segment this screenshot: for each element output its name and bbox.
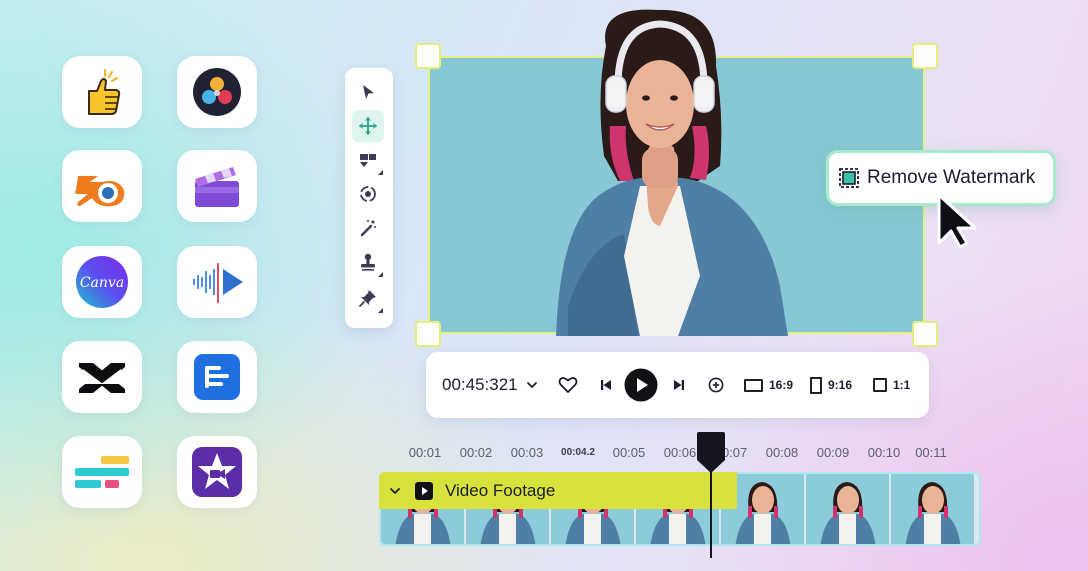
clip-thumbnail <box>891 474 974 544</box>
skip-forward-button[interactable] <box>672 352 686 418</box>
crop-shapes-tool[interactable] <box>352 144 384 176</box>
magic-wand-tool[interactable] <box>352 212 384 244</box>
resize-handle-bottom-right[interactable] <box>912 321 938 347</box>
chevron-down-icon <box>390 487 400 494</box>
ruler-tick: 00:10 <box>867 445 901 460</box>
clapperboard-icon <box>195 167 239 207</box>
thumbs-up-app[interactable] <box>62 56 142 128</box>
ruler-tick: 00:08 <box>765 445 799 460</box>
skip-back-icon <box>601 380 611 390</box>
ratio-16-9-label: 16:9 <box>769 378 794 392</box>
resize-handle-top-right[interactable] <box>912 43 938 69</box>
playhead-line[interactable] <box>710 460 712 558</box>
canva-wordmark: Canva <box>80 275 124 291</box>
timecode-dropdown[interactable]: 00:45:321 <box>442 352 538 418</box>
heart-icon <box>558 377 578 393</box>
thumbs-up-icon <box>88 69 121 115</box>
ruler-tick: 00:03 <box>510 445 544 460</box>
clip-thumbnail <box>806 474 889 544</box>
playhead-handle-icon[interactable] <box>695 432 727 474</box>
document-lines-icon <box>194 354 240 400</box>
imovie-star-icon <box>192 447 242 497</box>
pin-icon <box>359 290 376 307</box>
select-arrow-icon <box>363 85 374 99</box>
color-bars-icon <box>75 456 129 488</box>
timecode-display: 00:45:321 <box>442 375 518 394</box>
ratio-1-1-option[interactable]: 1:1 <box>873 352 910 418</box>
resize-handle-top-left[interactable] <box>415 43 441 69</box>
stamp-icon <box>361 253 375 271</box>
ratio-9-16-label: 9:16 <box>828 378 853 392</box>
ruler-tick: 00:09 <box>816 445 850 460</box>
landscape-ratio-icon <box>744 378 763 392</box>
edit-tools-toolbar <box>345 68 393 328</box>
play-button[interactable] <box>624 352 658 418</box>
ratio-1-1-label: 1:1 <box>893 378 911 392</box>
ratio-9-16-option[interactable]: 9:16 <box>810 352 852 418</box>
ruler-tick: 00:02 <box>459 445 493 460</box>
mouse-cursor-icon <box>937 193 977 249</box>
imovie-app[interactable] <box>177 436 257 508</box>
video-clip-header[interactable]: Video Footage <box>379 472 737 509</box>
skip-back-button[interactable] <box>599 352 613 418</box>
audio-video-app[interactable] <box>177 246 257 318</box>
magic-wand-icon <box>360 220 376 237</box>
video-play-icon <box>415 481 433 500</box>
chevron-down-icon <box>526 382 537 389</box>
rotate-target-icon <box>360 186 376 202</box>
bars-app[interactable] <box>62 436 142 508</box>
remove-watermark-label: Remove Watermark <box>867 167 1036 188</box>
davinci-resolve-app[interactable] <box>177 56 257 128</box>
capcut-app[interactable] <box>62 341 142 413</box>
ruler-tick: 00:05 <box>612 445 646 460</box>
add-button[interactable] <box>708 352 724 418</box>
playback-controls-bar: 00:45:321 16:9 9:16 1:1 <box>426 352 929 418</box>
rotate-target-tool[interactable] <box>352 178 384 210</box>
add-circle-icon <box>708 377 724 393</box>
square-ratio-icon <box>873 378 887 392</box>
ruler-tick: 00:01 <box>408 445 442 460</box>
crop-shapes-icon <box>360 154 376 167</box>
portrait-ratio-icon <box>810 376 822 394</box>
move-tool[interactable] <box>352 110 384 142</box>
ruler-tick: 00:11 <box>915 445 947 460</box>
davinci-resolve-icon <box>193 68 241 116</box>
blender-app[interactable] <box>62 150 142 222</box>
canva-app[interactable]: Canva <box>62 246 142 318</box>
stamp-tool[interactable] <box>352 246 384 278</box>
audio-waveform-play-icon <box>193 263 243 303</box>
resize-handle-bottom-left[interactable] <box>415 321 441 347</box>
move-icon <box>359 117 377 135</box>
document-app[interactable] <box>177 341 257 413</box>
clip-title: Video Footage <box>445 480 556 500</box>
favorite-button[interactable] <box>558 352 578 418</box>
play-icon <box>624 368 658 402</box>
ratio-16-9-option[interactable]: 16:9 <box>744 352 793 418</box>
canva-icon: Canva <box>76 256 128 308</box>
blender-icon <box>75 176 125 207</box>
skip-forward-icon <box>674 380 684 390</box>
capcut-icon <box>79 363 125 393</box>
ruler-tick-current: 00:04.2 <box>561 447 595 458</box>
watermark-frame-icon <box>839 168 859 188</box>
pin-tool[interactable] <box>352 282 384 314</box>
clapperboard-app[interactable] <box>177 150 257 222</box>
select-tool[interactable] <box>352 76 384 108</box>
